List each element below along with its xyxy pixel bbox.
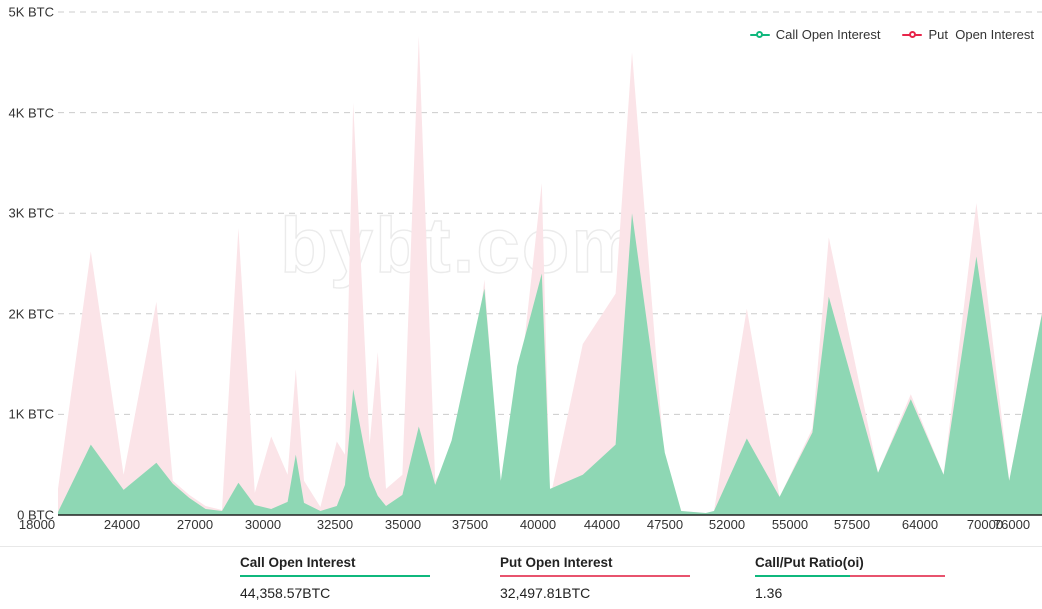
- stat-value: 1.36: [755, 584, 783, 601]
- stat-call-open-interest: Call Open Interest 44,358.57BTC: [240, 555, 430, 601]
- series-area-call: [58, 213, 1042, 515]
- y-axis-labels: 0 BTC 1K BTC 2K BTC 3K BTC 4K BTC 5K BTC: [0, 0, 58, 530]
- stat-title: Call Open Interest: [240, 555, 356, 570]
- summary-stats: Call Open Interest 44,358.57BTC Put Open…: [0, 546, 1042, 609]
- y-axis-tick-label: 3K BTC: [8, 205, 54, 221]
- stat-title: Call/Put Ratio(oi): [755, 555, 864, 570]
- stat-underline: [240, 575, 430, 577]
- x-axis-tick-label: 24000: [103, 517, 141, 532]
- stat-underline-segment: [500, 575, 690, 577]
- x-axis-tick-label: 76000: [993, 517, 1031, 532]
- x-axis-tick-label: 64000: [901, 517, 939, 532]
- x-axis-tick-label: 35000: [384, 517, 422, 532]
- stat-value: 32,497.81BTC: [500, 584, 591, 601]
- y-axis-tick-label: 5K BTC: [8, 4, 54, 20]
- x-axis-tick-label: 44000: [583, 517, 621, 532]
- chart-page: Call Open Interest Put Open Interest byb…: [0, 0, 1042, 609]
- chart-plot-area: bybt.com: [0, 0, 1042, 530]
- stat-underline-segment: [240, 575, 430, 577]
- y-axis-tick-label: 2K BTC: [8, 306, 54, 322]
- y-axis-tick-label: 4K BTC: [8, 105, 54, 121]
- x-axis-tick-label: 57500: [833, 517, 871, 532]
- stat-value: 44,358.57BTC: [240, 584, 331, 601]
- x-axis-labels: 18000 24000 27000 30000 32500 35000 37500 40000…: [0, 517, 1042, 543]
- stat-underline-segment: [850, 575, 945, 577]
- x-axis-tick-label: 37500: [451, 517, 489, 532]
- y-axis-tick-label: 1K BTC: [8, 406, 54, 422]
- stat-underline-segment: [755, 575, 850, 577]
- x-axis-tick-label: 52000: [708, 517, 746, 532]
- x-axis-tick-label: 40000: [519, 517, 557, 532]
- stat-call-put-ratio: Call/Put Ratio(oi) 1.36: [755, 555, 945, 601]
- x-axis-tick-label: 27000: [176, 517, 214, 532]
- x-axis-tick-label: 30000: [244, 517, 282, 532]
- stat-underline: [500, 575, 690, 577]
- x-axis-tick-label: 32500: [316, 517, 354, 532]
- stat-underline: [755, 575, 945, 577]
- x-axis-tick-label: 55000: [771, 517, 809, 532]
- x-axis-tick-label: 47500: [646, 517, 684, 532]
- open-interest-area-chart: [58, 11, 1042, 516]
- stat-title: Put Open Interest: [500, 555, 613, 570]
- x-axis-tick-label: 18000: [18, 517, 56, 532]
- stat-put-open-interest: Put Open Interest 32,497.81BTC: [500, 555, 690, 601]
